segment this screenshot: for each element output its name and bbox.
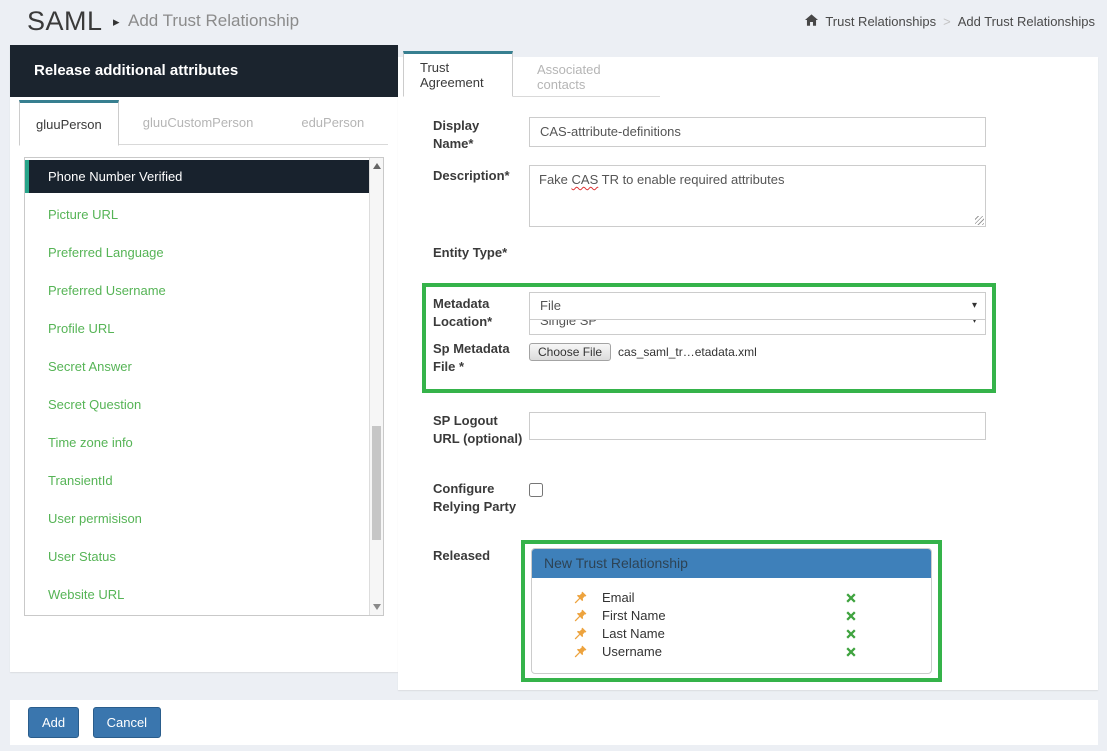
released-highlight-box: New Trust Relationship Email First Name … (521, 540, 942, 682)
entity-type-label: Entity Type* (433, 244, 533, 262)
scrollbar-thumb[interactable] (372, 426, 381, 540)
breadcrumb-parent[interactable]: Trust Relationships (825, 14, 936, 29)
released-panel-title: New Trust Relationship (532, 549, 931, 578)
sp-metadata-file-label: Sp Metadata File * (433, 340, 523, 376)
display-name-label: Display Name* (433, 117, 523, 153)
metadata-location-select[interactable]: File ▾ (529, 292, 986, 320)
released-attribute-row: Email (532, 589, 931, 607)
sp-logout-url-label: SP Logout URL (optional) (433, 412, 523, 448)
released-label: Released (433, 547, 523, 565)
app-title: SAML (27, 6, 103, 37)
scroll-down-icon[interactable] (370, 600, 383, 614)
released-attribute-row: Username (532, 643, 931, 661)
attribute-list: Phone Number Verified Picture URL Prefer… (24, 157, 384, 616)
sp-logout-url-input[interactable] (529, 412, 986, 440)
tab-gluucustomperson[interactable]: gluuCustomPerson (119, 100, 278, 145)
attribute-schema-tabs: gluuPerson gluuCustomPerson eduPerson (19, 100, 388, 145)
tab-associated-contacts[interactable]: Associated contacts (513, 57, 660, 97)
release-attributes-title: Release additional attributes (10, 45, 398, 97)
action-footer: Add Cancel (10, 700, 1098, 745)
configure-relying-party-label: Configure Relying Party (433, 480, 523, 516)
resize-grip[interactable] (975, 216, 984, 225)
add-button[interactable]: Add (28, 707, 79, 738)
released-attribute-row: Last Name (532, 625, 931, 643)
tab-gluuperson[interactable]: gluuPerson (19, 100, 119, 146)
attribute-item[interactable]: Profile URL (25, 310, 383, 348)
attribute-item[interactable]: Preferred Username (25, 272, 383, 310)
breadcrumb-separator: > (943, 14, 951, 29)
pushpin-icon (574, 645, 587, 663)
misspelled-word: CAS (572, 172, 599, 187)
attribute-item[interactable]: Secret Answer (25, 348, 383, 386)
released-attribute-label: Last Name (602, 626, 665, 641)
released-attributes-panel: New Trust Relationship Email First Name … (531, 548, 932, 674)
release-attributes-panel: Release additional attributes gluuPerson… (10, 45, 398, 672)
configure-relying-party-checkbox[interactable] (529, 483, 543, 497)
attribute-item[interactable]: User Status (25, 538, 383, 576)
display-name-input[interactable]: CAS-attribute-definitions (529, 117, 986, 147)
attribute-list-scrollbar[interactable] (369, 158, 383, 615)
attribute-item[interactable]: Picture URL (25, 196, 383, 234)
cancel-button[interactable]: Cancel (93, 707, 161, 738)
attribute-item[interactable]: Preferred Language (25, 234, 383, 272)
released-attribute-label: First Name (602, 608, 666, 623)
remove-attribute-icon[interactable] (845, 645, 857, 663)
tab-eduperson[interactable]: eduPerson (277, 100, 388, 145)
attribute-item-selected[interactable]: Phone Number Verified (25, 160, 370, 193)
trust-agreement-panel: Trust Agreement Associated contacts Disp… (398, 57, 1098, 690)
chevron-down-icon: ▾ (972, 293, 977, 319)
attribute-item[interactable]: Secret Question (25, 386, 383, 424)
released-attribute-label: Username (602, 644, 662, 659)
attribute-item[interactable]: User permisison (25, 500, 383, 538)
released-attribute-label: Email (602, 590, 635, 605)
choose-file-button[interactable]: Choose File (529, 343, 611, 361)
tab-trust-agreement[interactable]: Trust Agreement (403, 51, 513, 97)
page-title: Add Trust Relationship (128, 11, 299, 31)
scroll-up-icon[interactable] (370, 159, 383, 173)
released-attribute-row: First Name (532, 607, 931, 625)
chosen-filename: cas_saml_tr…etadata.xml (618, 345, 757, 359)
title-caret-icon: ▸ (113, 14, 120, 30)
home-icon (805, 14, 818, 29)
breadcrumb-current: Add Trust Relationships (958, 14, 1095, 29)
attribute-item[interactable]: TransientId (25, 462, 383, 500)
metadata-location-label: Metadata Location* (433, 295, 523, 331)
metadata-highlight-box: Metadata Location* File ▾ Sp Metadata Fi… (422, 283, 996, 393)
description-textarea[interactable]: Fake CAS TR to enable required attribute… (529, 165, 986, 227)
attribute-item[interactable]: Time zone info (25, 424, 383, 462)
description-label: Description* (433, 167, 533, 185)
breadcrumb: Trust Relationships > Add Trust Relation… (805, 14, 1095, 29)
attribute-item[interactable]: Website URL (25, 576, 383, 614)
